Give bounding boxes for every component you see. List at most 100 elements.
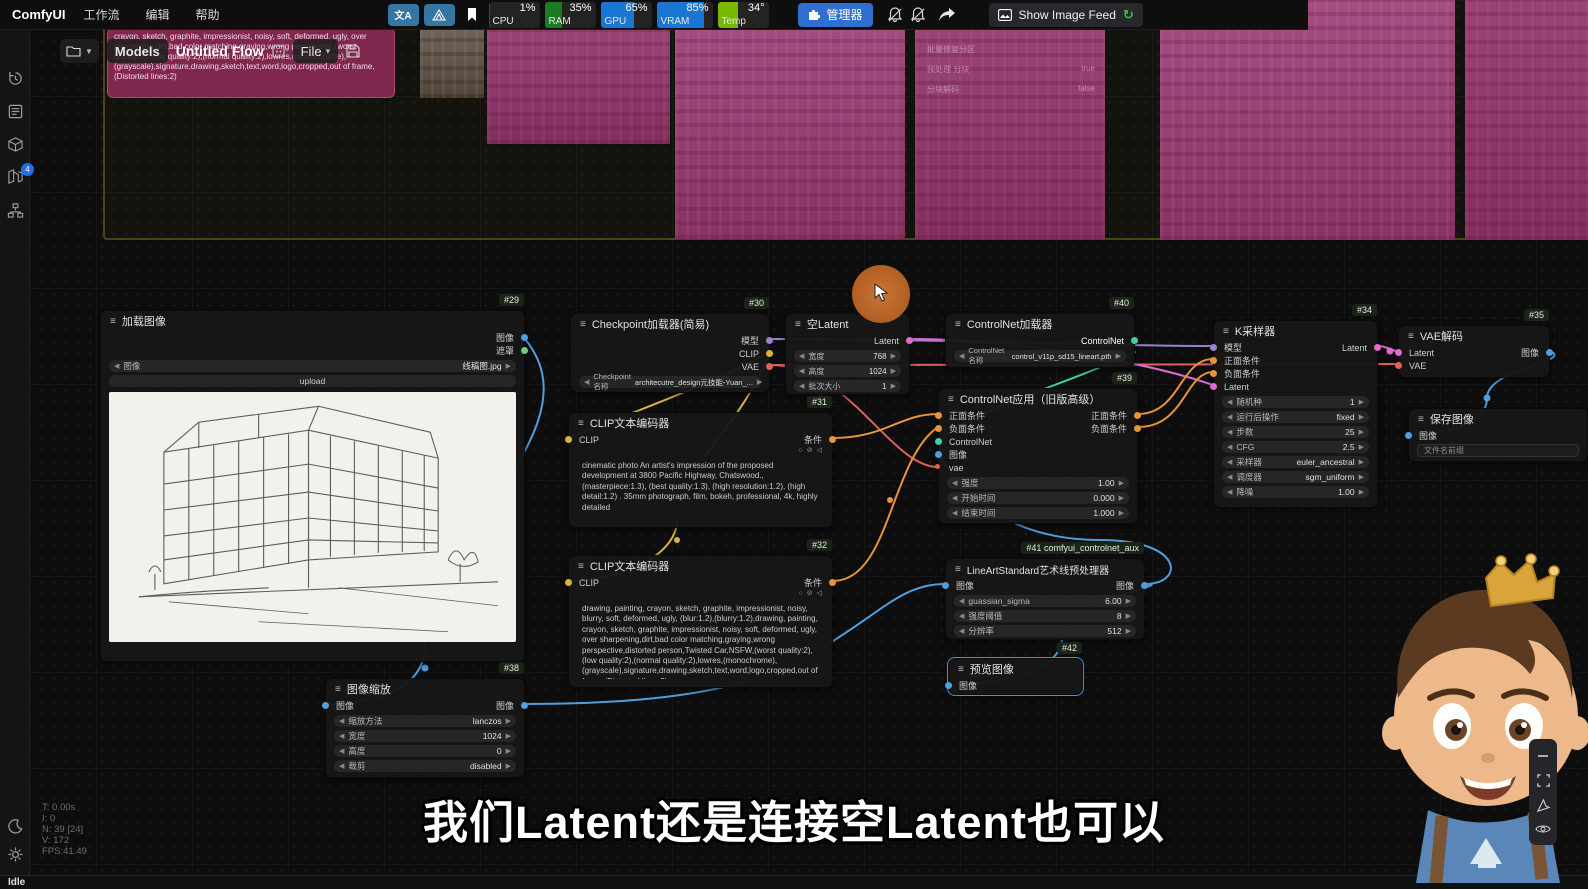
node-menu-icon[interactable]: ≡ [578, 418, 584, 429]
start-percent-widget[interactable]: ◀开始时间0.000▶ [947, 492, 1129, 504]
clip-output-port[interactable] [766, 350, 773, 357]
mask-output-port[interactable] [521, 347, 528, 354]
save-icon[interactable] [346, 44, 360, 58]
share-icon[interactable] [938, 7, 956, 23]
next-arrow-icon[interactable]: ▶ [1359, 399, 1364, 406]
image-file-widget[interactable]: ◀ 图像 线稿图.jpg ▶ [109, 360, 516, 372]
conditioning-output-port[interactable] [829, 579, 836, 586]
next-arrow-icon[interactable]: ▶ [506, 718, 511, 725]
settings-gear-icon[interactable] [7, 846, 24, 863]
next-arrow-icon[interactable]: ▶ [757, 379, 762, 386]
upload-button[interactable]: upload [109, 375, 516, 387]
next-arrow-icon[interactable]: ▶ [891, 353, 896, 360]
node-empty-latent[interactable]: #33 ≡ 空Latent Latent ◀宽度768▶ ◀高度1024▶ ◀批… [785, 313, 910, 395]
height-widget[interactable]: ◀高度0▶ [334, 745, 516, 757]
controlnet-input-port[interactable] [935, 438, 942, 445]
vae-input-port[interactable] [1395, 362, 1402, 369]
batch-size-widget[interactable]: ◀批次大小1▶ [794, 380, 901, 392]
prev-arrow-icon[interactable]: ◀ [1227, 429, 1232, 436]
resolution-widget[interactable]: ◀分辨率512▶ [954, 625, 1136, 637]
gaussian-sigma-widget[interactable]: ◀guassian_sigma6.00▶ [954, 595, 1136, 607]
positive-input-port[interactable] [935, 412, 942, 419]
next-arrow-icon[interactable]: ▶ [1359, 489, 1364, 496]
workflow-tab-title[interactable]: Untitled Flow [176, 43, 264, 59]
next-arrow-icon[interactable]: ▶ [506, 763, 511, 770]
model-input-port[interactable] [1210, 344, 1217, 351]
image-input-port[interactable] [942, 582, 949, 589]
prompt-textarea[interactable]: cinematic photo An artist's impression o… [577, 457, 824, 519]
models-button[interactable]: Models [107, 39, 168, 63]
image-output-port[interactable] [521, 702, 528, 709]
clip-input-port[interactable] [565, 436, 572, 443]
node-menu-icon[interactable]: ≡ [1418, 414, 1424, 425]
menu-edit[interactable]: 编辑 [145, 6, 169, 23]
intensity-threshold-widget[interactable]: ◀强度阈值8▶ [954, 610, 1136, 622]
image-input-port[interactable] [945, 682, 952, 689]
theme-toggle-icon[interactable] [7, 818, 24, 835]
node-clip-text-encode-positive[interactable]: #31 ≡ CLIP文本编码器 CLIP条件 ○ ⊘ ◁ cinematic p… [568, 412, 833, 528]
node-ksampler[interactable]: #34 ≡ K采样器 模型Latent 正面条件 负面条件 Latent ◀随机… [1213, 320, 1378, 508]
next-arrow-icon[interactable]: ▶ [1119, 480, 1124, 487]
show-image-feed-button[interactable]: Show Image Feed ↻ [989, 3, 1143, 27]
menu-workflow[interactable]: 工作流 [83, 6, 119, 23]
image-output-port[interactable] [521, 334, 528, 341]
prev-arrow-icon[interactable]: ◀ [959, 613, 964, 620]
bypass-icon[interactable]: ⊘ [807, 589, 813, 598]
next-arrow-icon[interactable]: ▶ [891, 383, 896, 390]
node-menu-icon[interactable]: ≡ [1223, 326, 1229, 337]
crop-widget[interactable]: ◀裁剪disabled▶ [334, 760, 516, 772]
next-arrow-icon[interactable]: ▶ [506, 363, 511, 370]
upscale-method-widget[interactable]: ◀缩放方法lanczos▶ [334, 715, 516, 727]
minimize-icon[interactable] [1536, 749, 1550, 763]
feed-refresh-icon[interactable]: ↻ [1123, 7, 1134, 23]
fit-view-icon[interactable] [1536, 773, 1551, 788]
manager-button[interactable]: 管理器 [798, 3, 873, 27]
model-output-port[interactable] [766, 337, 773, 344]
next-arrow-icon[interactable]: ▶ [506, 748, 511, 755]
prev-arrow-icon[interactable]: ◀ [799, 368, 804, 375]
node-menu-icon[interactable]: ≡ [110, 316, 116, 327]
next-arrow-icon[interactable]: ▶ [1126, 628, 1131, 635]
node-menu-icon[interactable]: ≡ [795, 319, 801, 330]
prev-arrow-icon[interactable]: ◀ [799, 383, 804, 390]
speaker-icon[interactable]: ◁ [817, 446, 822, 455]
prev-arrow-icon[interactable]: ◀ [799, 353, 804, 360]
next-arrow-icon[interactable]: ▶ [1126, 598, 1131, 605]
node-lineart-preprocessor[interactable]: #41 comfyui_controlnet_aux ≡ LineArtStan… [945, 558, 1145, 640]
image-input-port[interactable] [322, 702, 329, 709]
toggle-icon[interactable]: ○ [799, 589, 803, 598]
prev-arrow-icon[interactable]: ◀ [952, 480, 957, 487]
positive-output-port[interactable] [1134, 412, 1141, 419]
model-cube-icon[interactable] [7, 136, 24, 153]
width-widget[interactable]: ◀宽度1024▶ [334, 730, 516, 742]
node-menu-icon[interactable]: ≡ [578, 561, 584, 572]
prev-arrow-icon[interactable]: ◀ [584, 379, 589, 386]
prev-arrow-icon[interactable]: ◀ [959, 628, 964, 635]
node-library-icon[interactable] [7, 103, 24, 120]
next-arrow-icon[interactable]: ▶ [1359, 429, 1364, 436]
conditioning-output-port[interactable] [829, 436, 836, 443]
denoise-widget[interactable]: ◀降噪1.00▶ [1222, 486, 1369, 498]
prompt-textarea[interactable]: drawing, painting, crayon, sketch, graph… [577, 600, 824, 679]
negative-input-port[interactable] [1210, 370, 1217, 377]
prev-arrow-icon[interactable]: ◀ [1227, 444, 1232, 451]
height-widget[interactable]: ◀高度1024▶ [794, 365, 901, 377]
steps-widget[interactable]: ◀步数25▶ [1222, 426, 1369, 438]
node-menu-icon[interactable]: ≡ [1408, 331, 1414, 342]
next-arrow-icon[interactable]: ▶ [1119, 495, 1124, 502]
prev-arrow-icon[interactable]: ◀ [1227, 489, 1232, 496]
next-arrow-icon[interactable]: ▶ [506, 733, 511, 740]
end-percent-widget[interactable]: ◀结束时间1.000▶ [947, 507, 1129, 519]
workflows-item[interactable]: 4 [7, 168, 24, 185]
node-clip-text-encode-negative[interactable]: #32 ≡ CLIP文本编码器 CLIP条件 ○ ⊘ ◁ drawing, pa… [568, 555, 833, 688]
notification-bell-icon-2[interactable] [909, 6, 927, 24]
filename-prefix-input[interactable]: 文件名前缀 [1417, 444, 1579, 457]
node-menu-icon[interactable]: ≡ [958, 664, 964, 675]
workflow-logo-button[interactable] [424, 4, 455, 26]
next-arrow-icon[interactable]: ▶ [891, 368, 896, 375]
speaker-icon[interactable]: ◁ [817, 589, 822, 598]
bypass-icon[interactable]: ⊘ [807, 446, 813, 455]
prev-arrow-icon[interactable]: ◀ [339, 733, 344, 740]
controlnet-name-widget[interactable]: ◀ ControlNet名称 control_v11p_sd15_lineart… [954, 350, 1126, 362]
image-output-port[interactable] [1546, 349, 1553, 356]
